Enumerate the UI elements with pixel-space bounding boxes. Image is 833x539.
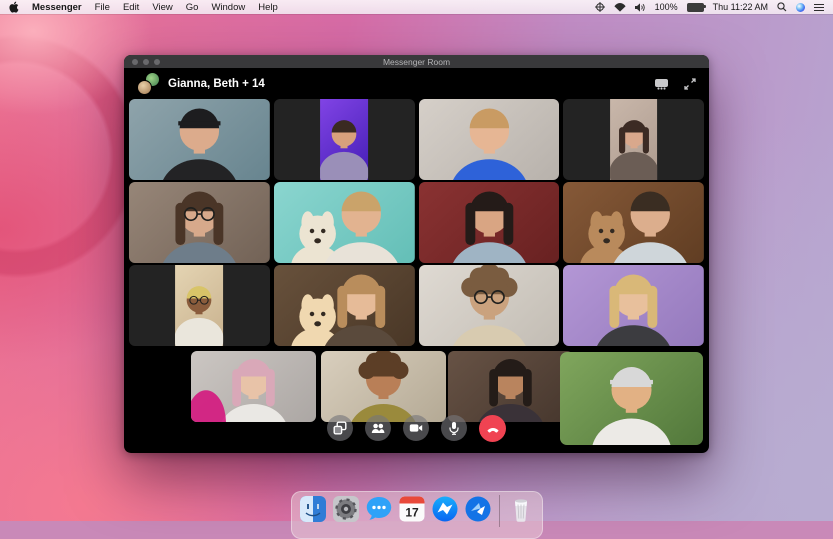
mic-button[interactable]	[441, 415, 467, 441]
menu-bar-status-area: 100% Thu 11:22 AM	[595, 2, 824, 12]
notification-center-icon[interactable]	[814, 3, 824, 12]
participants-button[interactable]	[365, 415, 391, 441]
participant-tile-blonde-woman-purple-wall[interactable]	[563, 265, 704, 346]
video-grid-row	[129, 265, 704, 346]
fullscreen-icon[interactable]	[684, 78, 696, 90]
avatar	[137, 80, 152, 95]
participant-tile-woman-resting-head[interactable]	[448, 351, 573, 422]
participant-tile-woman-with-child[interactable]	[274, 265, 415, 346]
participant-tile-woman-leopard-cardigan[interactable]	[419, 265, 560, 346]
camera-icon	[409, 421, 423, 435]
participant-tile-person-peace-sign[interactable]	[129, 265, 270, 346]
end-call-icon	[486, 422, 500, 436]
grid-view-icon[interactable]	[654, 78, 669, 90]
menu-item-help[interactable]: Help	[258, 2, 278, 13]
traffic-lights	[132, 59, 160, 65]
menu-item-window[interactable]: Window	[211, 2, 245, 13]
video-grid-row	[129, 182, 704, 263]
participant-tile-woman-glasses-apartment[interactable]	[129, 182, 270, 263]
battery-percent: 100%	[655, 2, 678, 12]
calendar-app-icon[interactable]: 17	[398, 495, 426, 523]
menu-item-file[interactable]: File	[95, 2, 110, 13]
battery-icon[interactable]	[687, 3, 704, 12]
participant-avatars	[137, 72, 160, 95]
participant-tile-man-backwards-cap[interactable]	[129, 99, 270, 180]
portrait-video	[175, 265, 223, 346]
menu-item-go[interactable]: Go	[186, 2, 199, 13]
people-icon	[371, 421, 385, 435]
volume-icon[interactable]	[635, 3, 646, 12]
camera-button[interactable]	[403, 415, 429, 441]
portrait-video	[320, 99, 368, 180]
participant-tile-pink-hair-woman[interactable]	[191, 351, 316, 422]
siri-icon[interactable]	[796, 3, 805, 12]
participant-tile-astronaut-space-effect[interactable]	[274, 99, 415, 180]
menu-item-edit[interactable]: Edit	[123, 2, 139, 13]
minimize-window-button[interactable]	[143, 59, 149, 65]
system-preferences-app-icon[interactable]	[332, 495, 360, 523]
messenger-room-window: Messenger Room Gianna, Beth + 14	[124, 55, 709, 453]
room-title: Gianna, Beth + 14	[168, 78, 265, 90]
finder-app-icon[interactable]	[299, 495, 327, 523]
messages-app-icon[interactable]	[365, 495, 393, 523]
calendar-day-number: 17	[405, 506, 419, 520]
input-source-icon[interactable]	[595, 2, 605, 12]
window-titlebar[interactable]: Messenger Room	[124, 55, 709, 68]
participant-tile-woman-olive-sweater-plants[interactable]	[321, 351, 446, 422]
participant-tile-man-with-collie-dog[interactable]	[563, 182, 704, 263]
end-call-button[interactable]	[479, 415, 506, 442]
messenger-app-icon[interactable]	[431, 495, 459, 523]
participant-tile-woman-red-door[interactable]	[419, 182, 560, 263]
screen-share-button[interactable]	[327, 415, 353, 441]
menu-bar-clock[interactable]: Thu 11:22 AM	[713, 2, 768, 12]
participant-tile-woman-cat-ears-filter[interactable]	[563, 99, 704, 180]
screen-share-icon	[333, 421, 347, 435]
zoom-window-button[interactable]	[154, 59, 160, 65]
video-grid	[129, 99, 704, 453]
menu-bar-left: Messenger File Edit View Go Window Help	[9, 1, 278, 13]
menu-item-view[interactable]: View	[152, 2, 172, 13]
trash-icon[interactable]	[507, 495, 535, 523]
mic-icon	[447, 421, 461, 435]
close-window-button[interactable]	[132, 59, 138, 65]
call-controls	[124, 415, 709, 442]
participant-tile-man-waving-blue-hoodie[interactable]	[419, 99, 560, 180]
origami-studio-app-icon[interactable]	[464, 495, 492, 523]
window-title: Messenger Room	[383, 57, 450, 67]
dock-separator	[499, 495, 500, 527]
participant-tile-man-with-white-dog[interactable]	[274, 182, 415, 263]
wifi-icon[interactable]	[614, 3, 626, 12]
spotlight-icon[interactable]	[777, 2, 787, 12]
portrait-video	[610, 99, 658, 180]
dock: 17	[291, 491, 543, 539]
video-grid-row	[129, 99, 704, 180]
menu-bar: Messenger File Edit View Go Window Help …	[0, 0, 833, 14]
apple-menu-icon[interactable]	[9, 1, 19, 13]
room-header: Gianna, Beth + 14	[124, 68, 709, 99]
menu-item-app[interactable]: Messenger	[32, 2, 82, 13]
